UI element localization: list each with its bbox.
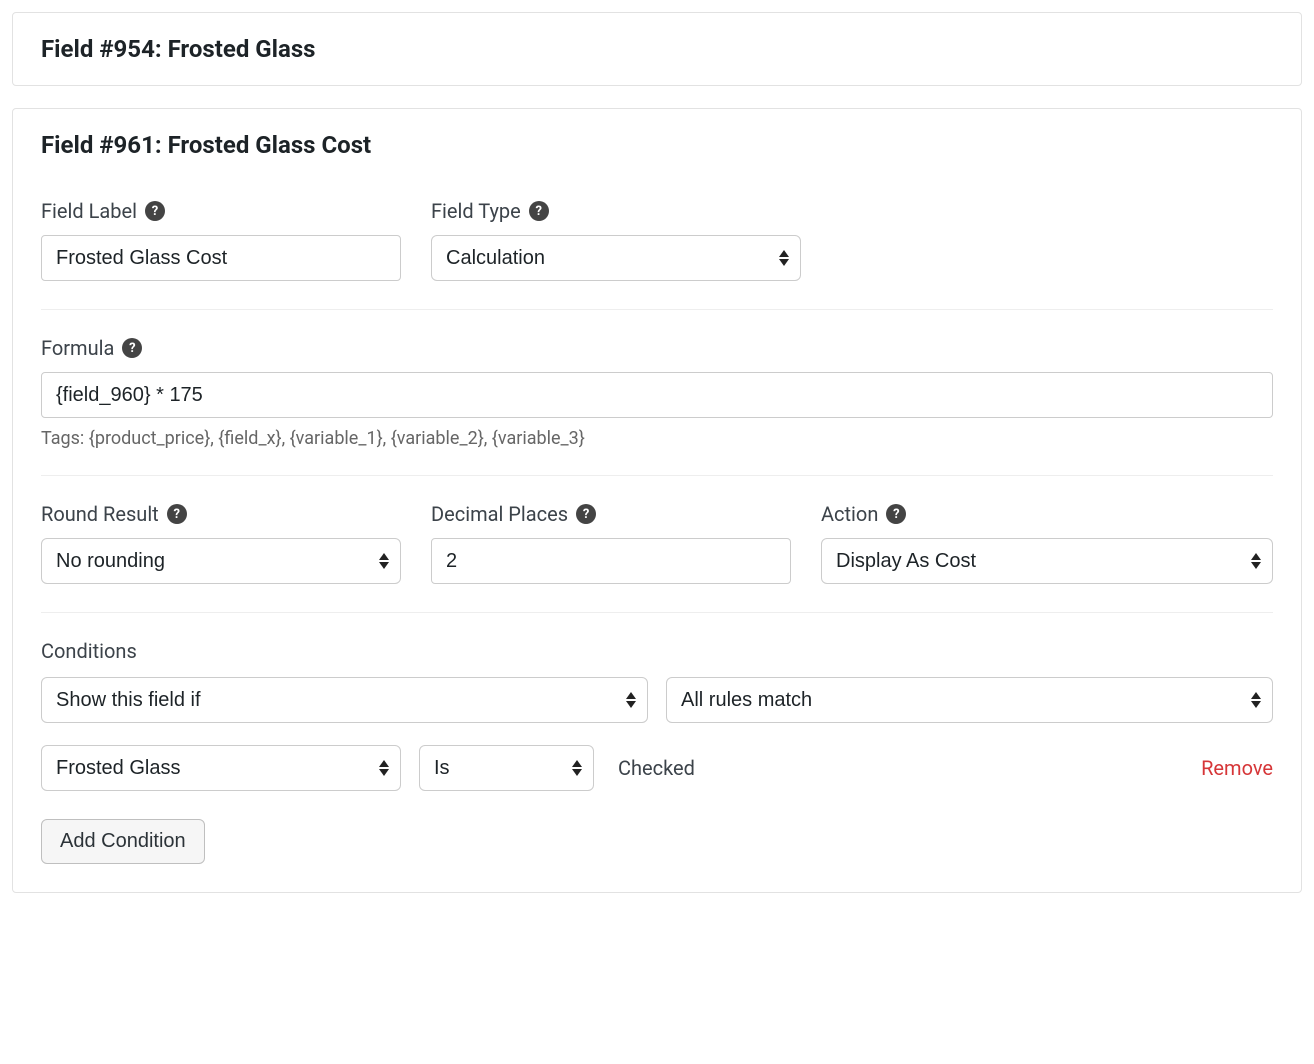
decimal-places-group: Decimal Places ?: [431, 502, 791, 584]
field-type-group: Field Type ? Calculation: [431, 199, 801, 281]
field-label-input[interactable]: [41, 235, 401, 281]
action-group: Action ? Display As Cost: [821, 502, 1273, 584]
field-954-card: Field #954: Frosted Glass: [12, 12, 1302, 86]
round-result-select[interactable]: No rounding: [41, 538, 401, 584]
remove-rule-link[interactable]: Remove: [1201, 756, 1273, 780]
field-961-card: Field #961: Frosted Glass Cost Field Lab…: [12, 108, 1302, 893]
field-label-text: Field Label: [41, 199, 137, 223]
help-icon[interactable]: ?: [529, 201, 549, 221]
conditions-label: Conditions: [41, 639, 137, 663]
action-select[interactable]: Display As Cost: [821, 538, 1273, 584]
decimal-places-input[interactable]: [431, 538, 791, 584]
formula-input[interactable]: [41, 372, 1273, 418]
formula-label: Formula: [41, 336, 114, 360]
field-954-title[interactable]: Field #954: Frosted Glass: [13, 13, 1301, 85]
help-icon[interactable]: ?: [886, 504, 906, 524]
round-result-group: Round Result ? No rounding: [41, 502, 401, 584]
condition-showif-select[interactable]: Show this field if: [41, 677, 648, 723]
decimal-places-label: Decimal Places: [431, 502, 568, 526]
help-icon[interactable]: ?: [167, 504, 187, 524]
field-type-select[interactable]: Calculation: [431, 235, 801, 281]
round-result-label: Round Result: [41, 502, 159, 526]
condition-match-select[interactable]: All rules match: [666, 677, 1273, 723]
rule-operator-select[interactable]: Is: [419, 745, 594, 791]
help-icon[interactable]: ?: [145, 201, 165, 221]
help-icon[interactable]: ?: [122, 338, 142, 358]
field-961-title[interactable]: Field #961: Frosted Glass Cost: [13, 109, 1301, 181]
rule-value-text: Checked: [612, 756, 695, 780]
formula-group: Formula ? Tags: {product_price}, {field_…: [41, 336, 1273, 475]
add-condition-button[interactable]: Add Condition: [41, 819, 205, 864]
help-icon[interactable]: ?: [576, 504, 596, 524]
field-label-group: Field Label ?: [41, 199, 401, 281]
formula-tags-hint: Tags: {product_price}, {field_x}, {varia…: [41, 428, 1273, 449]
action-label: Action: [821, 502, 878, 526]
field-type-label: Field Type: [431, 199, 521, 223]
rule-field-select[interactable]: Frosted Glass: [41, 745, 401, 791]
